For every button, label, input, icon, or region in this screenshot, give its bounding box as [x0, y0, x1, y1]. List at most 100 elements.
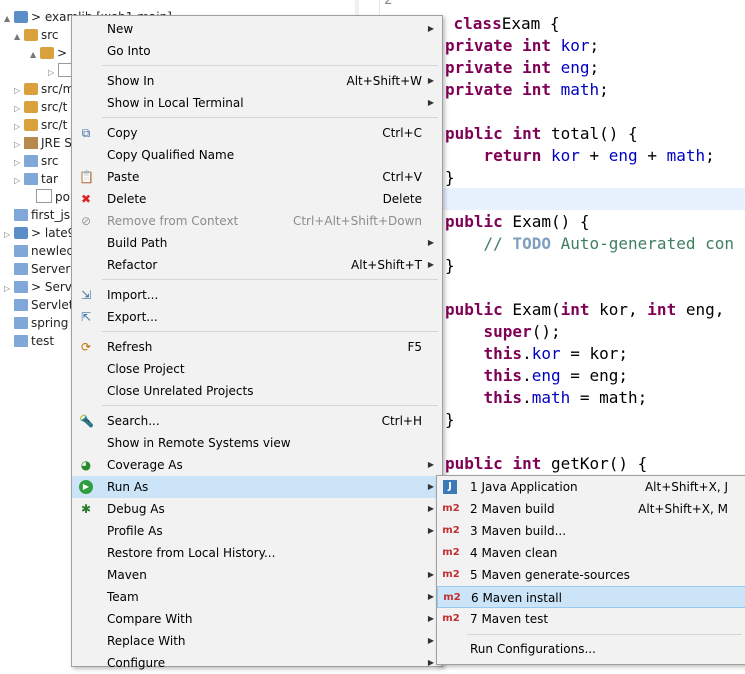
code-token: .: [522, 344, 532, 363]
proj-icon: [14, 11, 28, 23]
menu-item-profile-as[interactable]: Profile As ▶: [72, 520, 442, 542]
tree-item-label: >: [57, 46, 68, 60]
menu-item-shortcut: Ctrl+Alt+Shift+Down: [292, 214, 422, 228]
menu-item-coverage-as[interactable]: ◕ Coverage As ▶: [72, 454, 442, 476]
tree-item-label: src/m: [41, 82, 75, 96]
menu-item-compare-with[interactable]: Compare With ▶: [72, 608, 442, 630]
menu-item-delete[interactable]: ✖ Delete Delete: [72, 188, 442, 210]
tree-item[interactable]: newlec_: [4, 242, 79, 260]
menu-item-label: Search...: [107, 414, 160, 428]
menu-separator: [102, 331, 438, 332]
menu-item-label: Refresh: [107, 340, 153, 354]
menu-item-refactor[interactable]: Refactor Alt+Shift+T ▶: [72, 254, 442, 276]
code-token: +: [637, 146, 667, 165]
code-token: }: [445, 256, 455, 275]
tree-item[interactable]: first_jsp: [4, 206, 78, 224]
tree-item[interactable]: ▷ src/t: [14, 98, 67, 116]
expand-toggle-icon[interactable]: ▲: [4, 10, 14, 28]
code-token: .: [522, 388, 532, 407]
menu-item-label: Coverage As: [107, 458, 183, 472]
maven-icon: m2: [442, 503, 460, 514]
menu-item-copy-qualified-name[interactable]: Copy Qualified Name: [72, 144, 442, 166]
run-as-item-run-configurations[interactable]: Run Configurations...: [437, 638, 745, 660]
menu-item-build-path[interactable]: Build Path ▶: [72, 232, 442, 254]
menu-item-team[interactable]: Team ▶: [72, 586, 442, 608]
menu-item-restore-from-local-history[interactable]: Restore from Local History...: [72, 542, 442, 564]
tree-item-label: src: [41, 154, 59, 168]
run-as-item-1-java-application[interactable]: J 1 Java Application Alt+Shift+X, J: [437, 476, 745, 498]
submenu-arrow-icon: ▶: [427, 482, 434, 491]
menu-item-label: Compare With: [107, 612, 193, 626]
run-as-item-7-maven-test[interactable]: m2 7 Maven test: [437, 608, 745, 630]
run-as-item-2-maven-build[interactable]: m2 2 Maven build Alt+Shift+X, M: [437, 498, 745, 520]
folder-icon: [14, 209, 28, 221]
menu-item-close-unrelated-projects[interactable]: Close Unrelated Projects: [72, 380, 442, 402]
menu-item-label: 7 Maven test: [470, 612, 549, 626]
folder-icon: [14, 335, 28, 347]
menu-item-show-in-remote-systems-view[interactable]: Show in Remote Systems view: [72, 432, 442, 454]
menu-item-new[interactable]: New ▶: [72, 18, 442, 40]
menu-item-shortcut: F5: [407, 340, 422, 354]
code-token: public: [445, 124, 503, 143]
menu-item-configure[interactable]: Configure ▶: [72, 652, 442, 674]
pkg-icon: [40, 47, 54, 59]
jar-icon: [24, 137, 38, 149]
run-as-item-6-maven-install[interactable]: m2 6 Maven install: [437, 586, 745, 608]
tree-item[interactable]: ▷ > Serve: [4, 278, 79, 296]
tree-item[interactable]: test: [4, 332, 54, 350]
menu-item-label: Export...: [107, 310, 158, 324]
code-token: math: [531, 388, 571, 407]
tree-item[interactable]: ▲ src: [14, 26, 59, 44]
folder-icon: [14, 299, 28, 311]
tree-item[interactable]: Servlet_: [4, 296, 79, 314]
code-line: }: [445, 409, 455, 431]
menu-item-run-as[interactable]: ▶ Run As ▶: [72, 476, 442, 498]
tree-item[interactable]: ▷ src/t: [14, 116, 67, 134]
menu-item-copy[interactable]: ⧉ Copy Ctrl+C: [72, 122, 442, 144]
run-as-item-5-maven-generate-sources[interactable]: m2 5 Maven generate-sources: [437, 564, 745, 586]
submenu-arrow-icon: ▶: [427, 592, 434, 601]
tree-item[interactable]: ▷ JRE S: [14, 134, 72, 152]
menu-item-search[interactable]: 🔦 Search... Ctrl+H: [72, 410, 442, 432]
code-token: Exam() {: [502, 212, 590, 231]
copy-icon: ⧉: [81, 126, 91, 140]
submenu-arrow-icon: ▶: [427, 98, 434, 107]
paste-icon: 📋: [79, 170, 94, 184]
menu-item-maven[interactable]: Maven ▶: [72, 564, 442, 586]
tree-item[interactable]: Servers: [4, 260, 77, 278]
submenu-arrow-icon: ▶: [427, 24, 434, 33]
menu-item-label: 3 Maven build...: [470, 524, 567, 538]
menu-item-label: Copy Qualified Name: [107, 148, 235, 162]
tree-item[interactable]: ▲ >: [30, 44, 67, 62]
code-token: = math;: [570, 388, 648, 407]
tree-item[interactable]: spring: [4, 314, 68, 332]
menu-item-show-in-local-terminal[interactable]: Show in Local Terminal ▶: [72, 92, 442, 114]
tree-item[interactable]: ▷ tar: [14, 170, 58, 188]
tree-item[interactable]: ▷ src/m: [14, 80, 74, 98]
menu-item-import[interactable]: ⇲ Import...: [72, 284, 442, 306]
menu-item-paste[interactable]: 📋 Paste Ctrl+V: [72, 166, 442, 188]
code-line: }: [445, 167, 455, 189]
expand-toggle-icon[interactable]: ▲: [30, 46, 40, 64]
menu-item-show-in[interactable]: Show In Alt+Shift+W ▶: [72, 70, 442, 92]
run-as-item-3-maven-build[interactable]: m2 3 Maven build...: [437, 520, 745, 542]
menu-item-refresh[interactable]: ⟳ Refresh F5: [72, 336, 442, 358]
menu-item-export[interactable]: ⇱ Export...: [72, 306, 442, 328]
expand-toggle-icon[interactable]: ▲: [14, 28, 24, 46]
tree-item-label: Servers: [31, 262, 77, 276]
code-token: int: [512, 454, 542, 473]
menu-item-close-project[interactable]: Close Project: [72, 358, 442, 380]
expand-toggle-icon[interactable]: ▷: [14, 172, 24, 190]
pkg-icon: [24, 101, 38, 113]
menu-separator: [102, 117, 438, 118]
menu-item-replace-with[interactable]: Replace With ▶: [72, 630, 442, 652]
menu-item-go-into[interactable]: Go Into: [72, 40, 442, 62]
maven-icon: m2: [442, 525, 460, 536]
menu-item-label: Build Path: [107, 236, 168, 250]
tree-item[interactable]: ▷ src: [14, 152, 59, 170]
code-token: private: [445, 80, 513, 99]
run-as-item-4-maven-clean[interactable]: m2 4 Maven clean: [437, 542, 745, 564]
menu-item-debug-as[interactable]: ✱ Debug As ▶: [72, 498, 442, 520]
